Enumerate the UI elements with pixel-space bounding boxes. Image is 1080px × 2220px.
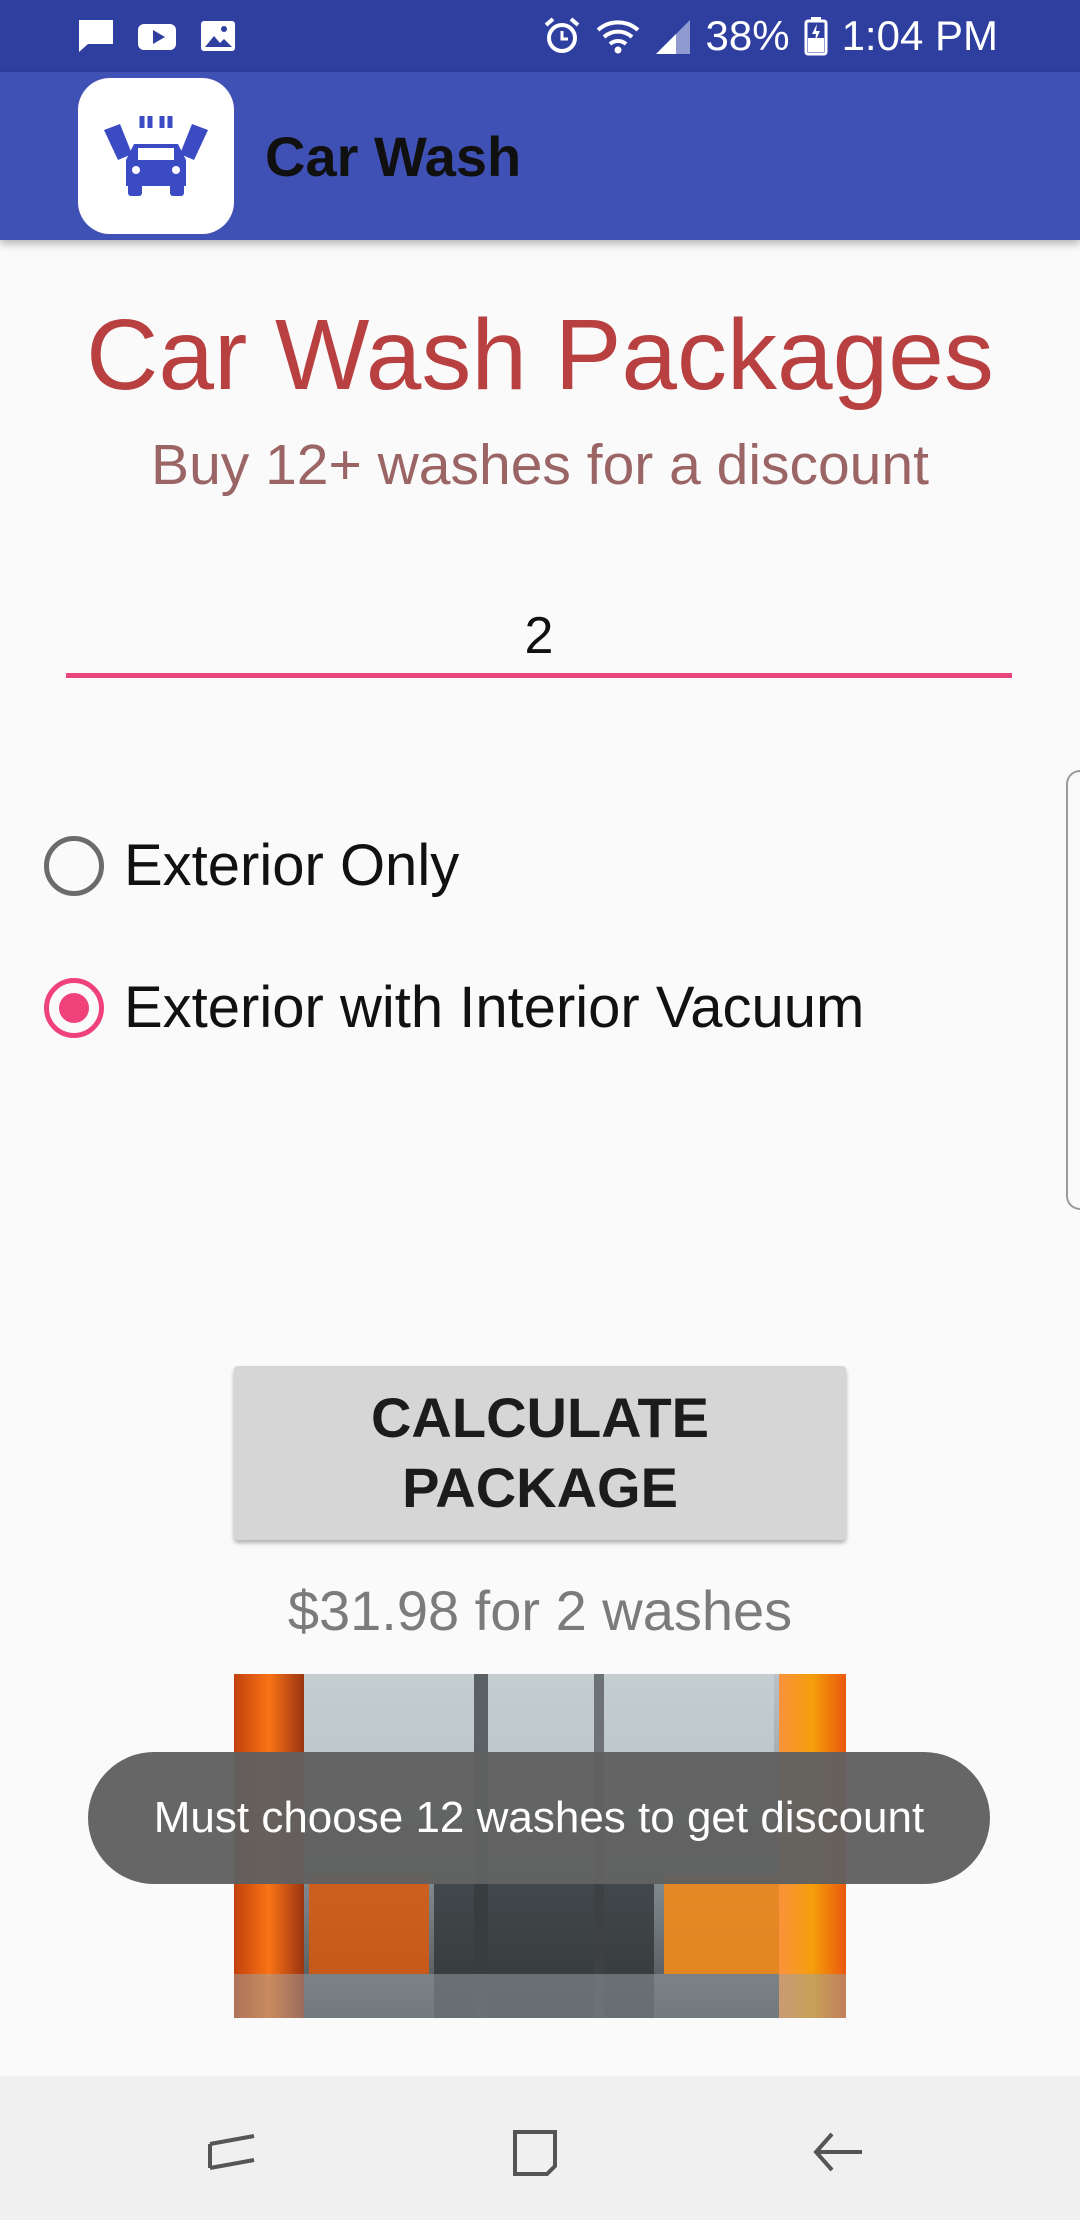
alarm-icon — [544, 17, 579, 53]
car-wash-icon — [104, 116, 208, 196]
page-subtitle: Buy 12+ washes for a discount — [151, 433, 929, 497]
radio-exterior-only[interactable]: Exterior Only — [44, 832, 459, 899]
wash-quantity-input[interactable] — [66, 598, 1012, 678]
radio-button-unchecked[interactable] — [44, 835, 104, 896]
battery-percent: 38% — [705, 12, 790, 59]
radio-label: Exterior Only — [124, 833, 460, 898]
signal-icon — [655, 20, 690, 54]
button-label-line2: PACKAGE — [402, 1456, 678, 1519]
wifi-icon — [596, 20, 639, 54]
status-bar: 38% 1:04 PM — [0, 0, 1080, 72]
toast-text: Must choose 12 washes to get discount — [153, 1793, 925, 1842]
calculate-package-button[interactable]: CALCULATE PACKAGE — [234, 1366, 846, 1540]
back-icon[interactable] — [808, 2122, 868, 2182]
system-status: 38% 1:04 PM — [542, 12, 998, 60]
toast-message: Must choose 12 washes to get discount — [88, 1752, 990, 1884]
recents-icon[interactable] — [202, 2122, 262, 2182]
youtube-icon — [138, 24, 176, 50]
button-label-line1: CALCULATE — [370, 1386, 710, 1449]
radio-label: Exterior with Interior Vacuum — [124, 975, 865, 1040]
chat-icon — [79, 20, 113, 52]
radio-button-checked[interactable] — [44, 977, 104, 1038]
app-logo — [78, 78, 234, 234]
clock: 1:04 PM — [841, 12, 998, 59]
notification-icons — [76, 16, 238, 56]
edge-panel-handle[interactable] — [1066, 770, 1080, 1210]
navigation-bar — [0, 2076, 1080, 2220]
app-title: Car Wash — [265, 125, 522, 188]
home-icon[interactable] — [505, 2122, 565, 2182]
radio-exterior-interior-vacuum[interactable]: Exterior with Interior Vacuum — [44, 974, 864, 1041]
app-bar: Car Wash — [0, 72, 1080, 240]
package-result: $31.98 for 2 washes — [287, 1579, 793, 1642]
gallery-icon — [201, 21, 235, 51]
page-title: Car Wash Packages — [86, 299, 994, 411]
battery-icon — [804, 17, 828, 56]
